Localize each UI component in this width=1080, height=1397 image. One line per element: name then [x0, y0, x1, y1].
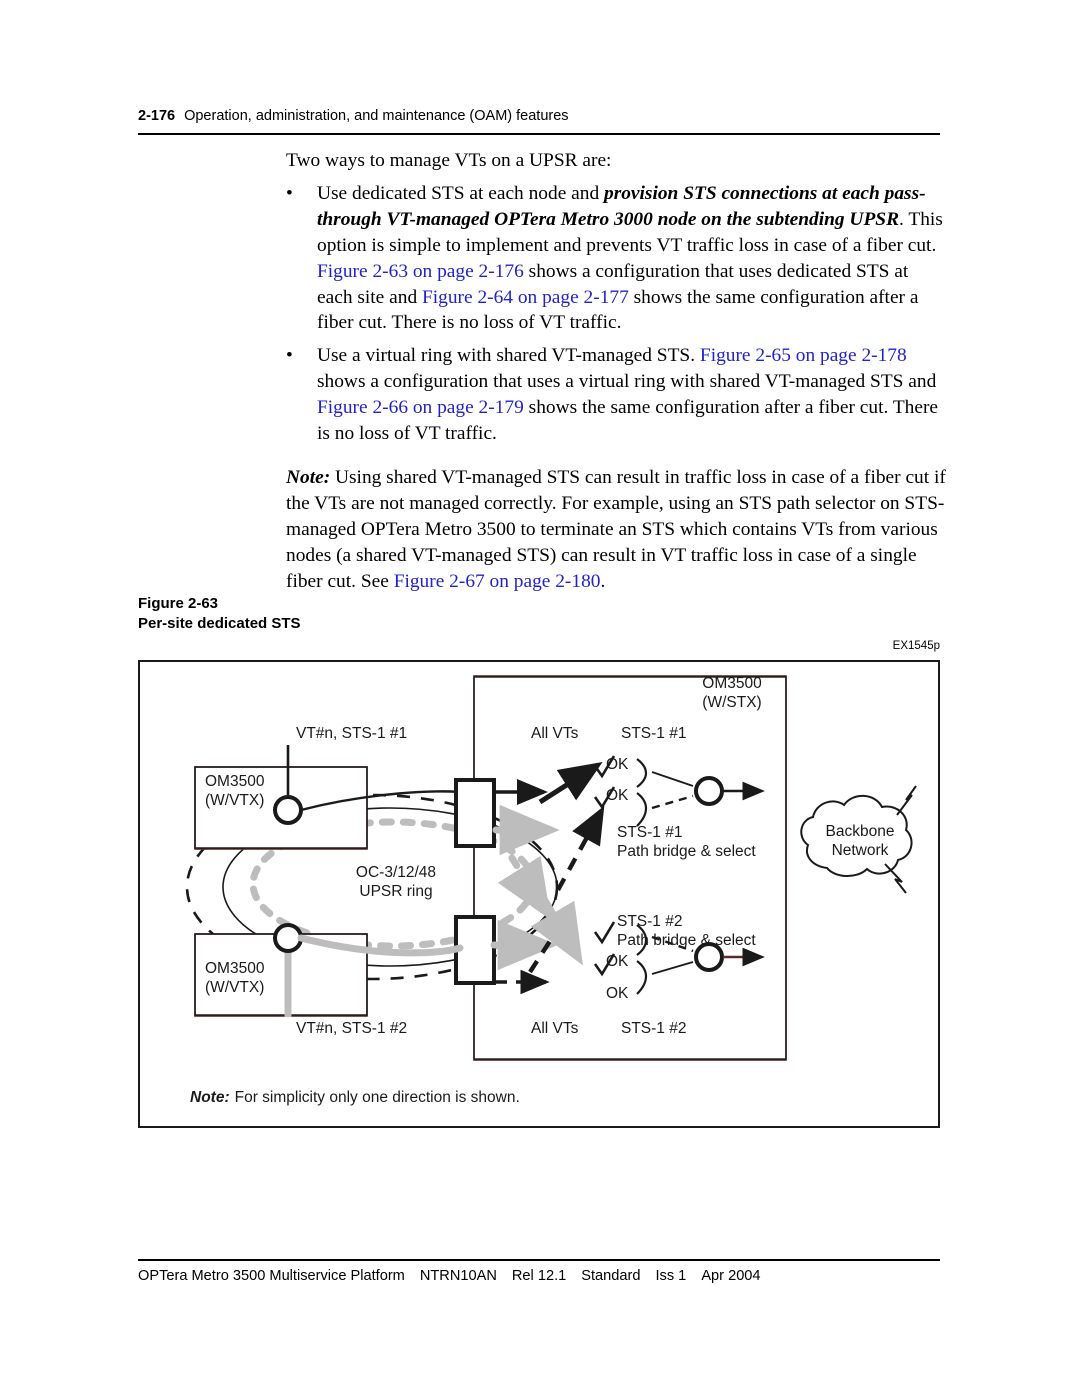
sts-selector-circle-top — [694, 776, 724, 806]
vtx-top-label-line2: (W/VTX) — [205, 792, 265, 809]
ring-label: OC-3/12/48 UPSR ring — [336, 863, 456, 901]
all-vts-bottom-label: All VTs — [531, 1020, 579, 1037]
running-header: 2-176 Operation, administration, and main… — [138, 108, 940, 124]
bullet-marker: • — [286, 345, 293, 367]
bullet-1-text: Use dedicated STS at each node and provi… — [317, 181, 946, 336]
tributary-top-label: VT#n, STS-1 #1 — [296, 725, 408, 742]
bullet-2-text: Use a virtual ring with shared VT-manage… — [317, 343, 946, 447]
header-rule — [138, 133, 940, 135]
sts1-top-foot-label: STS-1 #1 Path bridge & select — [617, 823, 756, 861]
page-folio: 2-176 — [138, 108, 176, 124]
xref-figure-2-63[interactable]: Figure 2-63 on page 2-176 — [317, 261, 524, 282]
figure-id-tag: EX1545p — [892, 640, 940, 652]
b2-seg2: shows a configuration that uses a virtua… — [317, 371, 937, 393]
ok-label-top-1: OK — [606, 756, 629, 773]
intro-paragraph: Two ways to manage VTs on a UPSR are: — [286, 150, 612, 171]
footer-date: Apr 2004 — [701, 1268, 761, 1284]
figure-title: Per-site dedicated STS — [138, 614, 301, 632]
sts2-bottom-head-label: STS-1 #2 Path bridge & select — [617, 912, 756, 950]
backbone-network-label: Backbone Network — [808, 822, 912, 860]
footer-rule — [138, 1259, 940, 1261]
bullet-item-2: • Use a virtual ring with shared VT-mana… — [286, 343, 946, 447]
sts2-bottom-head-line1: STS-1 #2 — [617, 913, 683, 930]
all-vts-top-label: All VTs — [531, 725, 579, 742]
figure-note: Note: For simplicity only one direction i… — [190, 1089, 520, 1107]
vtx-bottom-label-line2: (W/VTX) — [205, 979, 265, 996]
body-copy: Two ways to manage VTs on a UPSR are: • … — [286, 148, 946, 597]
sts1-top-foot-line1: STS-1 #1 — [617, 824, 683, 841]
xref-figure-2-66[interactable]: Figure 2-66 on page 2-179 — [317, 397, 524, 418]
figure-caption: Figure 2-63 Per-site dedicated STS — [138, 594, 301, 633]
figure-note-label: Note: — [190, 1089, 230, 1106]
backbone-label-line2: Network — [831, 842, 889, 859]
figure-note-text: For simplicity only one direction is sho… — [234, 1089, 520, 1106]
vt-termination-circle-bottom — [273, 923, 303, 953]
note-paragraph: Note: Using shared VT-managed STS can re… — [286, 465, 946, 595]
ok-label-top-2: OK — [606, 787, 629, 804]
note-seg2: . — [600, 570, 606, 592]
footer-pec: NTRN10AN — [419, 1268, 497, 1284]
xref-figure-2-65[interactable]: Figure 2-65 on page 2-178 — [700, 345, 907, 366]
vtx-bottom-label-line1: OM3500 — [205, 960, 265, 977]
bullet-marker: • — [286, 182, 293, 204]
sts1-top-head-label: STS-1 #1 — [621, 725, 687, 742]
vtx-top-label-line1: OM3500 — [205, 773, 265, 790]
footer-issue: Iss 1 — [655, 1268, 687, 1284]
stx-node-label-line2: (W/STX) — [702, 694, 762, 711]
footer-release: Rel 12.1 — [511, 1268, 567, 1284]
chapter-title: Operation, administration, and maintenan… — [184, 108, 569, 124]
note-seg1: Using shared VT-managed STS can result i… — [286, 466, 946, 592]
vtx-node-top-label: OM3500 (W/VTX) — [205, 772, 264, 810]
tributary-bottom-label: VT#n, STS-1 #2 — [296, 1020, 408, 1037]
b2-seg1: Use a virtual ring with shared VT-manage… — [317, 345, 700, 367]
stx-node-label: OM3500 (W/STX) — [672, 674, 792, 712]
b1-seg1: Use dedicated STS at each node and — [317, 182, 604, 204]
xref-figure-2-67[interactable]: Figure 2-67 on page 2-180 — [394, 571, 601, 592]
sts2-bottom-foot-label: STS-1 #2 — [621, 1020, 687, 1037]
ok-label-bottom-2: OK — [606, 985, 629, 1002]
backbone-label-line1: Backbone — [825, 823, 895, 840]
ok-label-bottom-1b: OK — [606, 953, 629, 970]
sts1-top-foot-line2: Path bridge & select — [617, 843, 756, 860]
footer-product: OPTera Metro 3500 Multiservice Platform — [138, 1268, 405, 1284]
note-label: Note: — [286, 466, 331, 488]
figure-number: Figure 2-63 — [138, 595, 219, 612]
lightning-bolt-bottom — [884, 863, 907, 894]
stx-node-label-line1: OM3500 — [702, 675, 762, 692]
passthrough-box-top — [454, 778, 496, 848]
ring-label-line1: OC-3/12/48 — [355, 864, 437, 881]
vtx-node-bottom-label: OM3500 (W/VTX) — [205, 959, 264, 997]
footer-status: Standard — [581, 1268, 641, 1284]
sts2-bottom-head-line2: Path bridge & select — [617, 932, 756, 949]
running-footer: OPTera Metro 3500 Multiservice Platform N… — [138, 1268, 940, 1284]
figure-frame: OM3500 (W/STX) OM3500 (W/VTX) OM3500 (W/… — [138, 660, 940, 1128]
vt-termination-circle-top — [273, 795, 303, 825]
bullet-item-1: • Use dedicated STS at each node and pro… — [286, 181, 946, 336]
ring-label-line2: UPSR ring — [359, 883, 433, 900]
lightning-bolt-top — [896, 785, 917, 816]
xref-figure-2-64[interactable]: Figure 2-64 on page 2-177 — [422, 287, 629, 308]
